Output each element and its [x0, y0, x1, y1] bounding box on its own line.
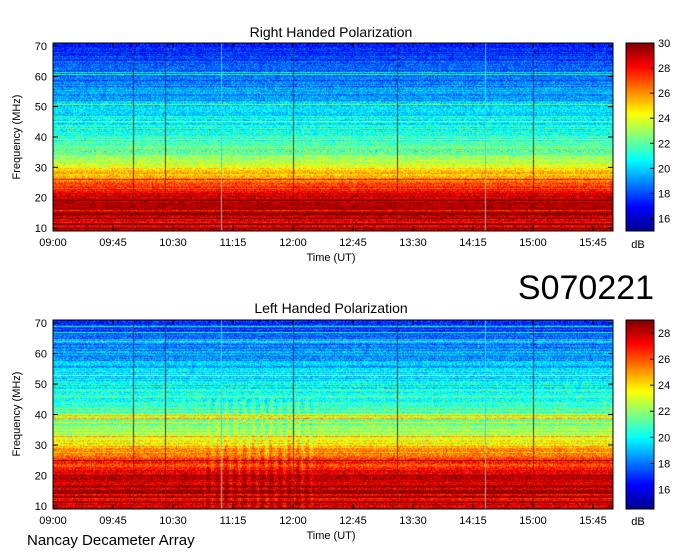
colorbar-label: dB — [631, 239, 644, 251]
instrument-label: Nancay Decameter Array — [27, 532, 195, 549]
colorbar-tick-label: 20 — [658, 432, 670, 444]
y-tick-label: 10 — [35, 501, 47, 513]
x-tick-label: 15:45 — [579, 515, 607, 527]
y-tick-label: 60 — [35, 71, 47, 83]
colorbar-tick-label: 24 — [658, 380, 670, 392]
y-tick-label: 40 — [35, 132, 47, 144]
x-tick-label: 15:00 — [519, 237, 547, 249]
y-tick-label: 70 — [35, 318, 47, 330]
spectrogram-plot-area — [53, 43, 613, 231]
panel-title: Right Handed Polarization — [250, 24, 413, 40]
spectrogram-plot-area — [53, 320, 613, 509]
y-tick-label: 50 — [35, 102, 47, 114]
x-tick-label: 14:15 — [459, 515, 487, 527]
colorbar-tick-label: 30 — [658, 38, 670, 50]
y-tick-label: 50 — [35, 379, 47, 391]
colorbar-tick-label: 26 — [658, 354, 670, 366]
y-tick-label: 30 — [35, 440, 47, 452]
colorbar-tick-label: 22 — [658, 138, 670, 150]
colorbar — [626, 320, 654, 509]
x-tick-label: 09:45 — [99, 237, 127, 249]
x-tick-label: 11:15 — [220, 515, 247, 527]
y-tick-label: 70 — [35, 41, 47, 53]
x-axis-label: Time (UT) — [306, 530, 355, 542]
x-tick-label: 09:00 — [39, 237, 67, 249]
colorbar-tick-label: 28 — [658, 63, 670, 75]
colorbar-tick-label: 26 — [658, 88, 670, 100]
x-tick-label: 14:15 — [459, 237, 487, 249]
panel-title: Left Handed Polarization — [254, 300, 407, 316]
colorbar-tick-label: 16 — [658, 213, 670, 225]
x-tick-label: 12:45 — [339, 515, 367, 527]
colorbar-tick-label: 24 — [658, 113, 670, 125]
y-tick-label: 60 — [35, 349, 47, 361]
x-tick-label: 13:30 — [399, 237, 427, 249]
y-tick-label: 30 — [35, 162, 47, 174]
colorbar-tick-label: 18 — [658, 188, 670, 200]
colorbar-tick-label: 20 — [658, 163, 670, 175]
x-tick-label: 15:45 — [579, 237, 607, 249]
x-tick-label: 12:00 — [279, 515, 307, 527]
x-tick-label: 15:00 — [519, 515, 547, 527]
x-tick-label: 10:30 — [159, 237, 187, 249]
right-polarization-panel: Right Handed Polarization 10 20 30 40 50 60 70… — [11, 24, 670, 264]
y-axis-label: Frequency (MHz) — [11, 372, 23, 457]
x-tick-label: 11:15 — [220, 237, 247, 249]
y-tick-label: 20 — [35, 193, 47, 205]
colorbar-tick-label: 22 — [658, 406, 670, 418]
x-tick-label: 13:30 — [399, 515, 427, 527]
left-polarization-panel: Left Handed Polarization 10203040506070 … — [11, 300, 670, 542]
x-tick-label: 12:00 — [279, 237, 307, 249]
colorbar — [626, 43, 654, 231]
colorbar-tick-label: 16 — [658, 484, 670, 496]
y-tick-label: 20 — [35, 470, 47, 482]
spectrogram-figure: Right Handed Polarization 10 20 30 40 50 60 70… — [11, 24, 670, 549]
x-tick-label: 09:45 — [99, 515, 127, 527]
colorbar-tick-label: 28 — [658, 328, 670, 340]
x-tick-label: 10:30 — [159, 515, 187, 527]
y-axis-label: Frequency (MHz) — [11, 95, 23, 180]
y-tick-label: 10 — [35, 223, 47, 235]
y-tick-label: 40 — [35, 410, 47, 422]
date-code-label: S070221 — [518, 269, 654, 307]
colorbar-tick-label: 18 — [658, 458, 670, 470]
x-tick-label: 09:00 — [39, 515, 67, 527]
x-tick-label: 12:45 — [339, 237, 367, 249]
colorbar-label: dB — [631, 516, 644, 528]
x-axis-label: Time (UT) — [306, 252, 355, 264]
